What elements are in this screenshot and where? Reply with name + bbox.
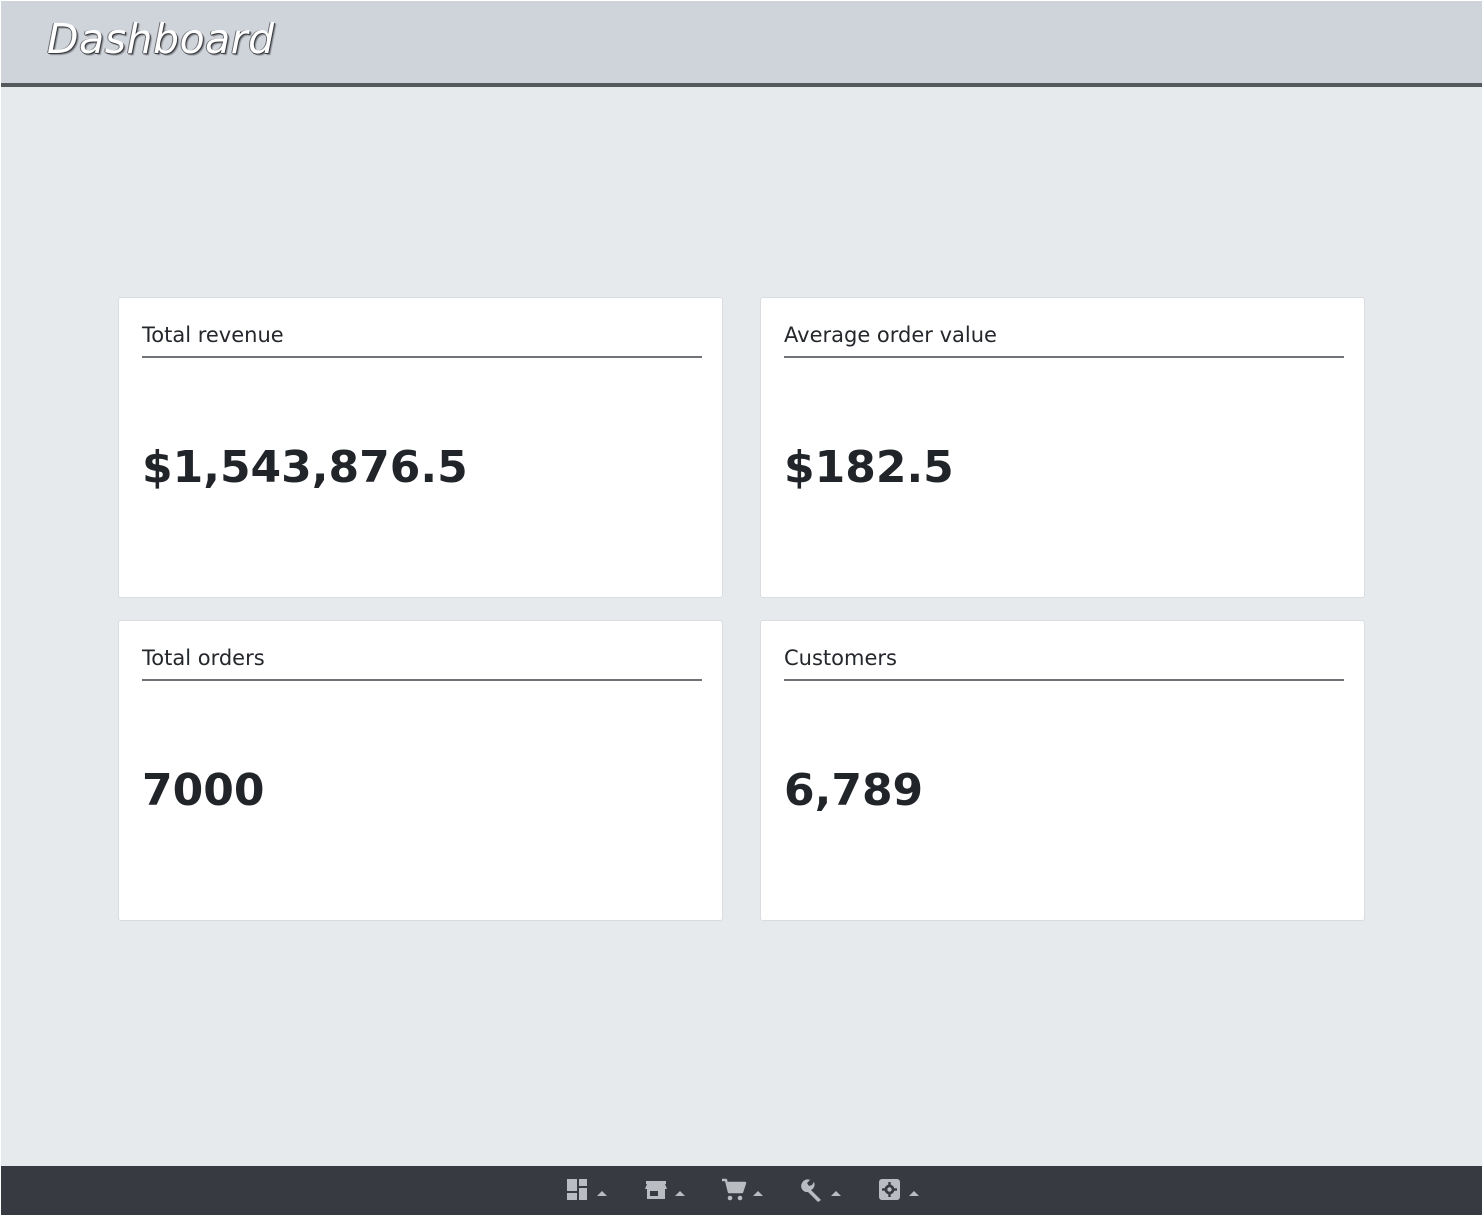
taskbar-tools-button[interactable]	[799, 1177, 877, 1203]
caret-up-icon	[753, 1191, 763, 1196]
caret-up-icon	[597, 1191, 607, 1196]
dashboard-icon	[567, 1179, 587, 1200]
card-value: $182.5	[784, 442, 954, 493]
card-title: Customers	[784, 645, 1344, 681]
taskbar	[1, 1166, 1482, 1215]
page-title: Dashboard	[47, 15, 275, 63]
card-total-orders: Total orders 7000	[118, 620, 723, 921]
store-icon	[645, 1181, 667, 1199]
card-title: Average order value	[784, 322, 1344, 358]
cart-icon	[722, 1178, 747, 1201]
card-title: Total revenue	[142, 322, 702, 358]
card-customers: Customers 6,789	[760, 620, 1365, 921]
caret-up-icon	[831, 1191, 841, 1196]
taskbar-dashboard-button[interactable]	[565, 1177, 643, 1203]
taskbar-cart-button[interactable]	[721, 1177, 799, 1203]
taskbar-items	[565, 1177, 955, 1203]
card-total-revenue: Total revenue $1,543,876.5	[118, 297, 723, 598]
app-window: Dashboard Total revenue $1,543,876.5 Ave…	[1, 1, 1482, 1215]
header: Dashboard	[1, 1, 1482, 87]
card-value: $1,543,876.5	[142, 442, 468, 493]
card-title: Total orders	[142, 645, 702, 681]
caret-up-icon	[909, 1191, 919, 1196]
card-value: 7000	[142, 765, 265, 816]
card-average-order-value: Average order value $182.5	[760, 297, 1365, 598]
taskbar-store-button[interactable]	[643, 1177, 721, 1203]
settings-icon	[879, 1179, 900, 1200]
wrench-icon	[801, 1179, 821, 1202]
card-value: 6,789	[784, 765, 924, 816]
taskbar-settings-button[interactable]	[877, 1177, 955, 1203]
caret-up-icon	[675, 1191, 685, 1196]
